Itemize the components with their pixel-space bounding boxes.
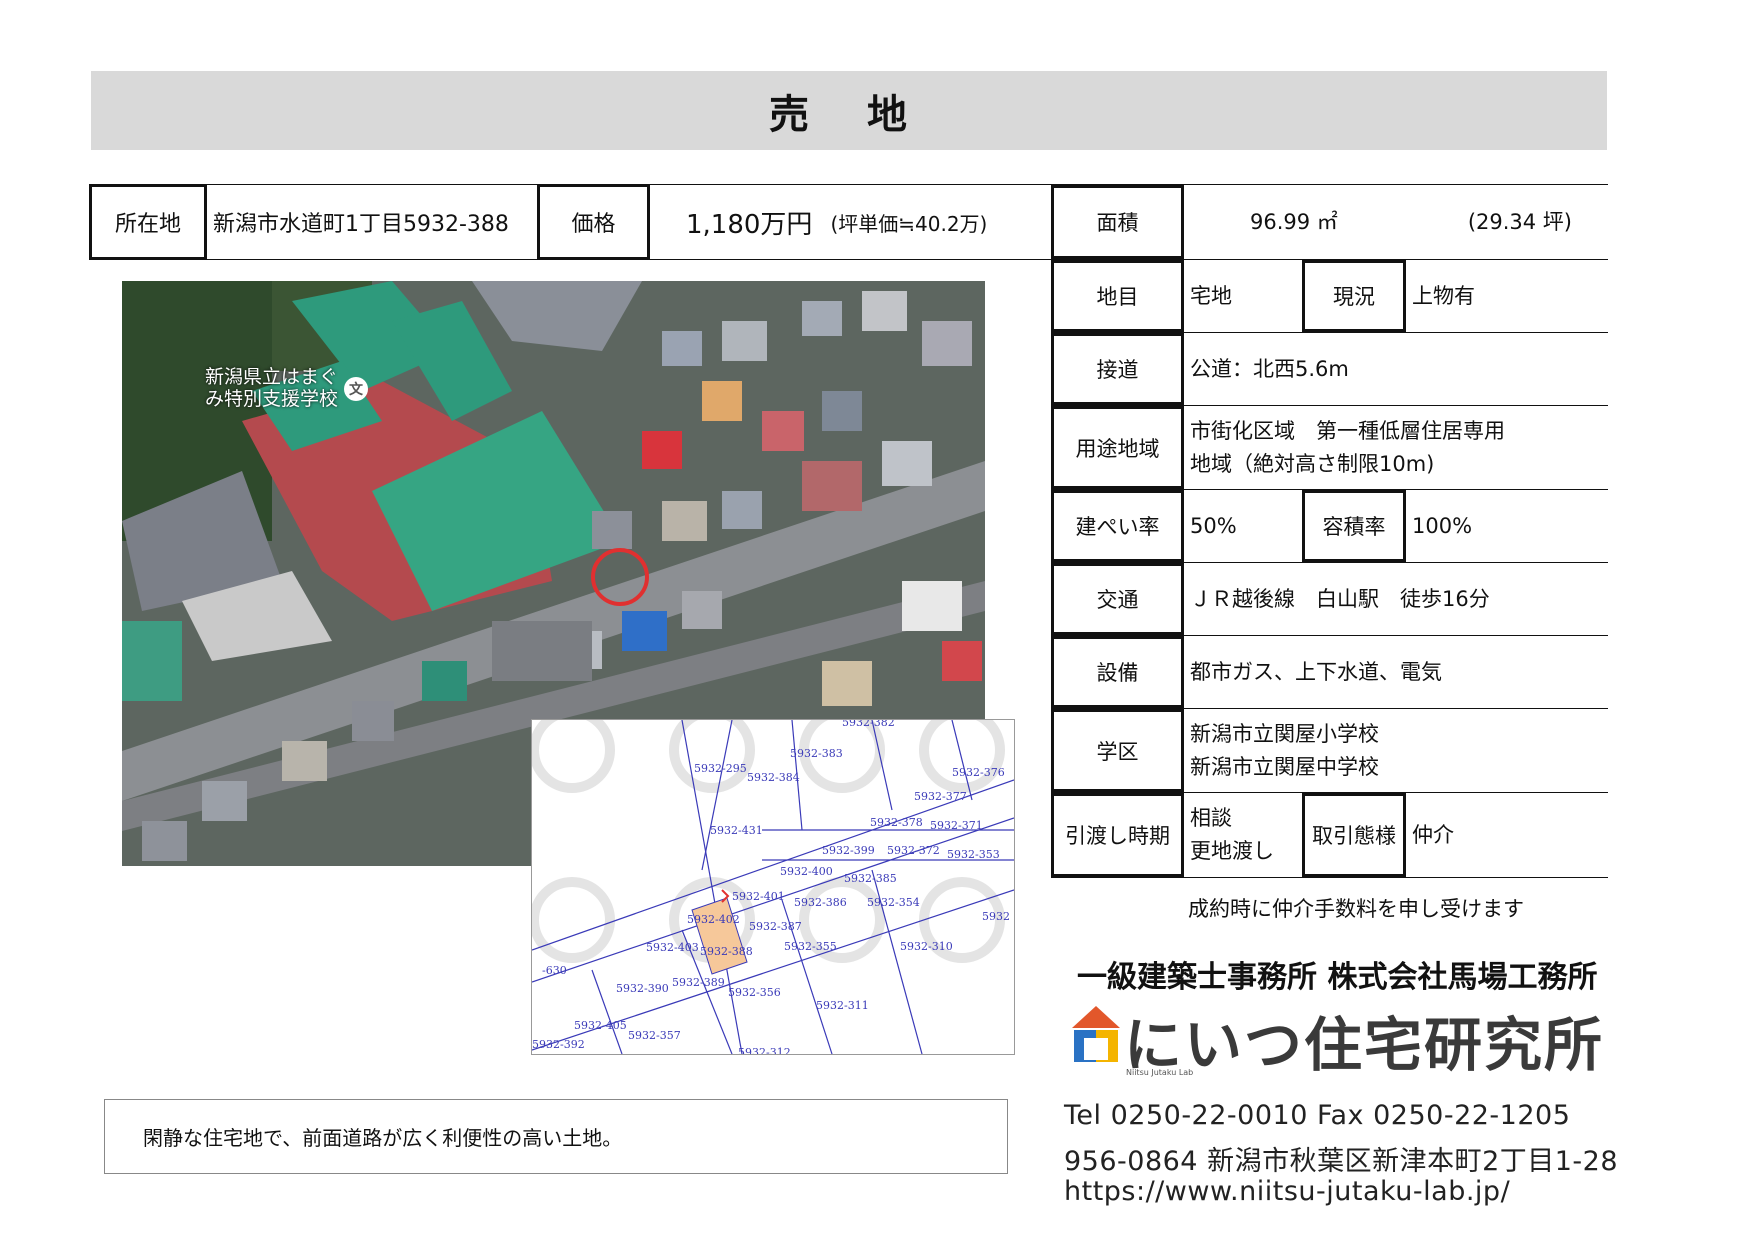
- lot-label: 5932-355: [784, 940, 837, 953]
- handover-value: 相談 更地渡し: [1184, 793, 1302, 877]
- price-cell: 1,180万円 (坪単価≒40.2万): [650, 184, 1051, 260]
- target-lot: [691, 897, 748, 975]
- lot-label: 5932-378: [870, 816, 923, 829]
- location-label: 所在地: [89, 184, 207, 260]
- school-map-label-line2: み特別支援学校: [205, 387, 339, 410]
- lot-label: 5932-354: [867, 896, 920, 909]
- fee-note: 成約時に仲介手数料を申し受けます: [1188, 897, 1524, 921]
- tel-fax: Tel 0250-22-0010 Fax 0250-22-1205: [1064, 1100, 1571, 1131]
- company-name: 一級建築士事務所 株式会社馬場工務所: [1077, 960, 1598, 995]
- area-value: 96.99 ㎡ (29.34 坪): [1184, 185, 1608, 259]
- facilities-row: 設備 都市ガス、上下水道、電気: [1051, 636, 1608, 709]
- facilities-value: 都市ガス、上下水道、電気: [1190, 659, 1442, 684]
- lot-label: 5932-402: [687, 913, 740, 926]
- zoning-line2: 地域（絶対高さ制限10m): [1190, 451, 1435, 476]
- lot-label: 5932-383: [790, 747, 843, 760]
- lot-label: 5932-387: [749, 920, 802, 933]
- lot-label: 5932-403: [646, 941, 699, 954]
- page-title: 売 地: [769, 91, 929, 138]
- road-value: 公道：北西5.6m: [1190, 356, 1349, 381]
- far-label: 容積率: [1302, 490, 1406, 562]
- lot-label: 5932-372: [887, 844, 940, 857]
- lot-label: 5932-392: [532, 1038, 585, 1051]
- far-value: 100%: [1412, 513, 1473, 538]
- lot-label: 5932-384: [747, 771, 800, 784]
- lot-label: 5932-295: [694, 762, 747, 775]
- price-per-tsubo: (坪単価≒40.2万): [830, 211, 988, 236]
- school-line1: 新潟市立関屋小学校: [1190, 721, 1379, 746]
- lot-label: 5932-376: [952, 766, 1005, 779]
- transport-label: 交通: [1051, 563, 1184, 635]
- road-label: 接道: [1051, 333, 1184, 405]
- transport-row: 交通 ＪＲ越後線 白山駅 徒歩16分: [1051, 563, 1608, 636]
- current-status-label: 現況: [1302, 260, 1406, 332]
- lot-label: 5932-377: [914, 790, 967, 803]
- handover-label: 引渡し時期: [1051, 793, 1184, 877]
- lot-label: 5932-400: [780, 865, 833, 878]
- facilities-label: 設備: [1051, 636, 1184, 708]
- area-label: 面積: [1051, 185, 1184, 259]
- coverage-value: 50%: [1190, 513, 1237, 538]
- school-label: 学区: [1051, 709, 1184, 792]
- lot-label: 5932-311: [816, 999, 869, 1012]
- lot-label: 5932: [982, 910, 1010, 923]
- address: 956-0864 新潟市秋葉区新津本町2丁目1-28: [1064, 1146, 1619, 1177]
- school-map-label: 新潟県立はまぐ み特別支援学校: [205, 366, 339, 411]
- road-row: 接道 公道：北西5.6m: [1051, 333, 1608, 406]
- zoning-line1: 市街化区域 第一種低層住居専用: [1190, 418, 1505, 443]
- land-category-row: 地目 宅地 現況 上物有: [1051, 260, 1608, 333]
- handover-line1: 相談: [1190, 806, 1232, 831]
- current-status-value: 上物有: [1412, 283, 1475, 308]
- zoning-label: 用途地域: [1051, 406, 1184, 489]
- brand-name: にいつ住宅研究所: [1124, 1011, 1605, 1079]
- lot-label: 5932-357: [628, 1029, 681, 1042]
- lot-label: -630: [542, 964, 567, 977]
- lot-label: 5932-431: [710, 824, 763, 837]
- school-line2: 新潟市立関屋中学校: [1190, 754, 1379, 779]
- lot-label: 5932-399: [822, 844, 875, 857]
- lot-label: 5932-312: [738, 1046, 791, 1055]
- lot-label: 5932-356: [728, 986, 781, 999]
- coverage-label: 建ぺい率: [1051, 490, 1184, 562]
- lot-label: 5932-385: [844, 872, 897, 885]
- description-text: 閑静な住宅地で、前面道路が広く利便性の高い土地。: [143, 1126, 623, 1150]
- location-value: 新潟市水道町1丁目5932-388: [207, 184, 537, 260]
- school-map-label-line1: 新潟県立はまぐ: [205, 366, 339, 388]
- zoning-row: 用途地域 市街化区域 第一種低層住居専用 地域（絶対高さ制限10m): [1051, 406, 1608, 490]
- lot-label: 5932-405: [574, 1019, 627, 1032]
- lot-label: 5932-389: [672, 976, 725, 989]
- price-label: 価格: [537, 184, 650, 260]
- handover-line2: 更地渡し: [1190, 839, 1274, 863]
- lot-label: 5932-310: [900, 940, 953, 953]
- description-note: 閑静な住宅地で、前面道路が広く利便性の高い土地。: [104, 1099, 1008, 1174]
- title-bar: 売 地: [91, 71, 1607, 150]
- website-url[interactable]: https://www.niitsu-jutaku-lab.jp/: [1064, 1176, 1510, 1207]
- school-row: 学区 新潟市立関屋小学校 新潟市立関屋中学校: [1051, 709, 1608, 793]
- school-value: 新潟市立関屋小学校 新潟市立関屋中学校: [1184, 709, 1608, 792]
- coverage-row: 建ぺい率 50% 容積率 100%: [1051, 490, 1608, 563]
- lot-label: 5932-353: [947, 848, 1000, 861]
- school-icon: 文: [344, 377, 368, 401]
- price-value: 1,180万円: [686, 209, 813, 240]
- handover-row: 引渡し時期 相談 更地渡し 取引態様 仲介: [1051, 793, 1608, 878]
- area-sqm: 96.99 ㎡: [1250, 209, 1338, 234]
- property-info-table: 面積 96.99 ㎡ (29.34 坪) 地目 宅地 現況 上物有 接道 公道：…: [1051, 184, 1608, 878]
- lot-label: 5932-371: [930, 819, 983, 832]
- house-logo-icon: [1072, 1006, 1120, 1062]
- lot-plan: 5932-383 5932-295 5932-384 5932-376 5932…: [531, 719, 1015, 1055]
- area-row: 面積 96.99 ㎡ (29.34 坪): [1051, 184, 1608, 260]
- lot-label: 5932-386: [794, 896, 847, 909]
- land-category-value: 宅地: [1190, 283, 1232, 308]
- brand-subtitle: Niitsu Jutaku Lab: [1126, 1068, 1194, 1077]
- transport-value: ＪＲ越後線 白山駅 徒歩16分: [1190, 586, 1490, 611]
- zoning-value: 市街化区域 第一種低層住居専用 地域（絶対高さ制限10m): [1184, 406, 1608, 489]
- lot-label: 5932-382: [842, 719, 895, 729]
- transaction-label: 取引態様: [1302, 793, 1406, 877]
- lot-label: 5932-388: [700, 945, 753, 958]
- transaction-value: 仲介: [1412, 822, 1454, 847]
- lot-label: 5932-390: [616, 982, 669, 995]
- lot-label: 5932-401: [732, 890, 785, 903]
- area-tsubo: (29.34 坪): [1467, 209, 1572, 234]
- land-category-label: 地目: [1051, 260, 1184, 332]
